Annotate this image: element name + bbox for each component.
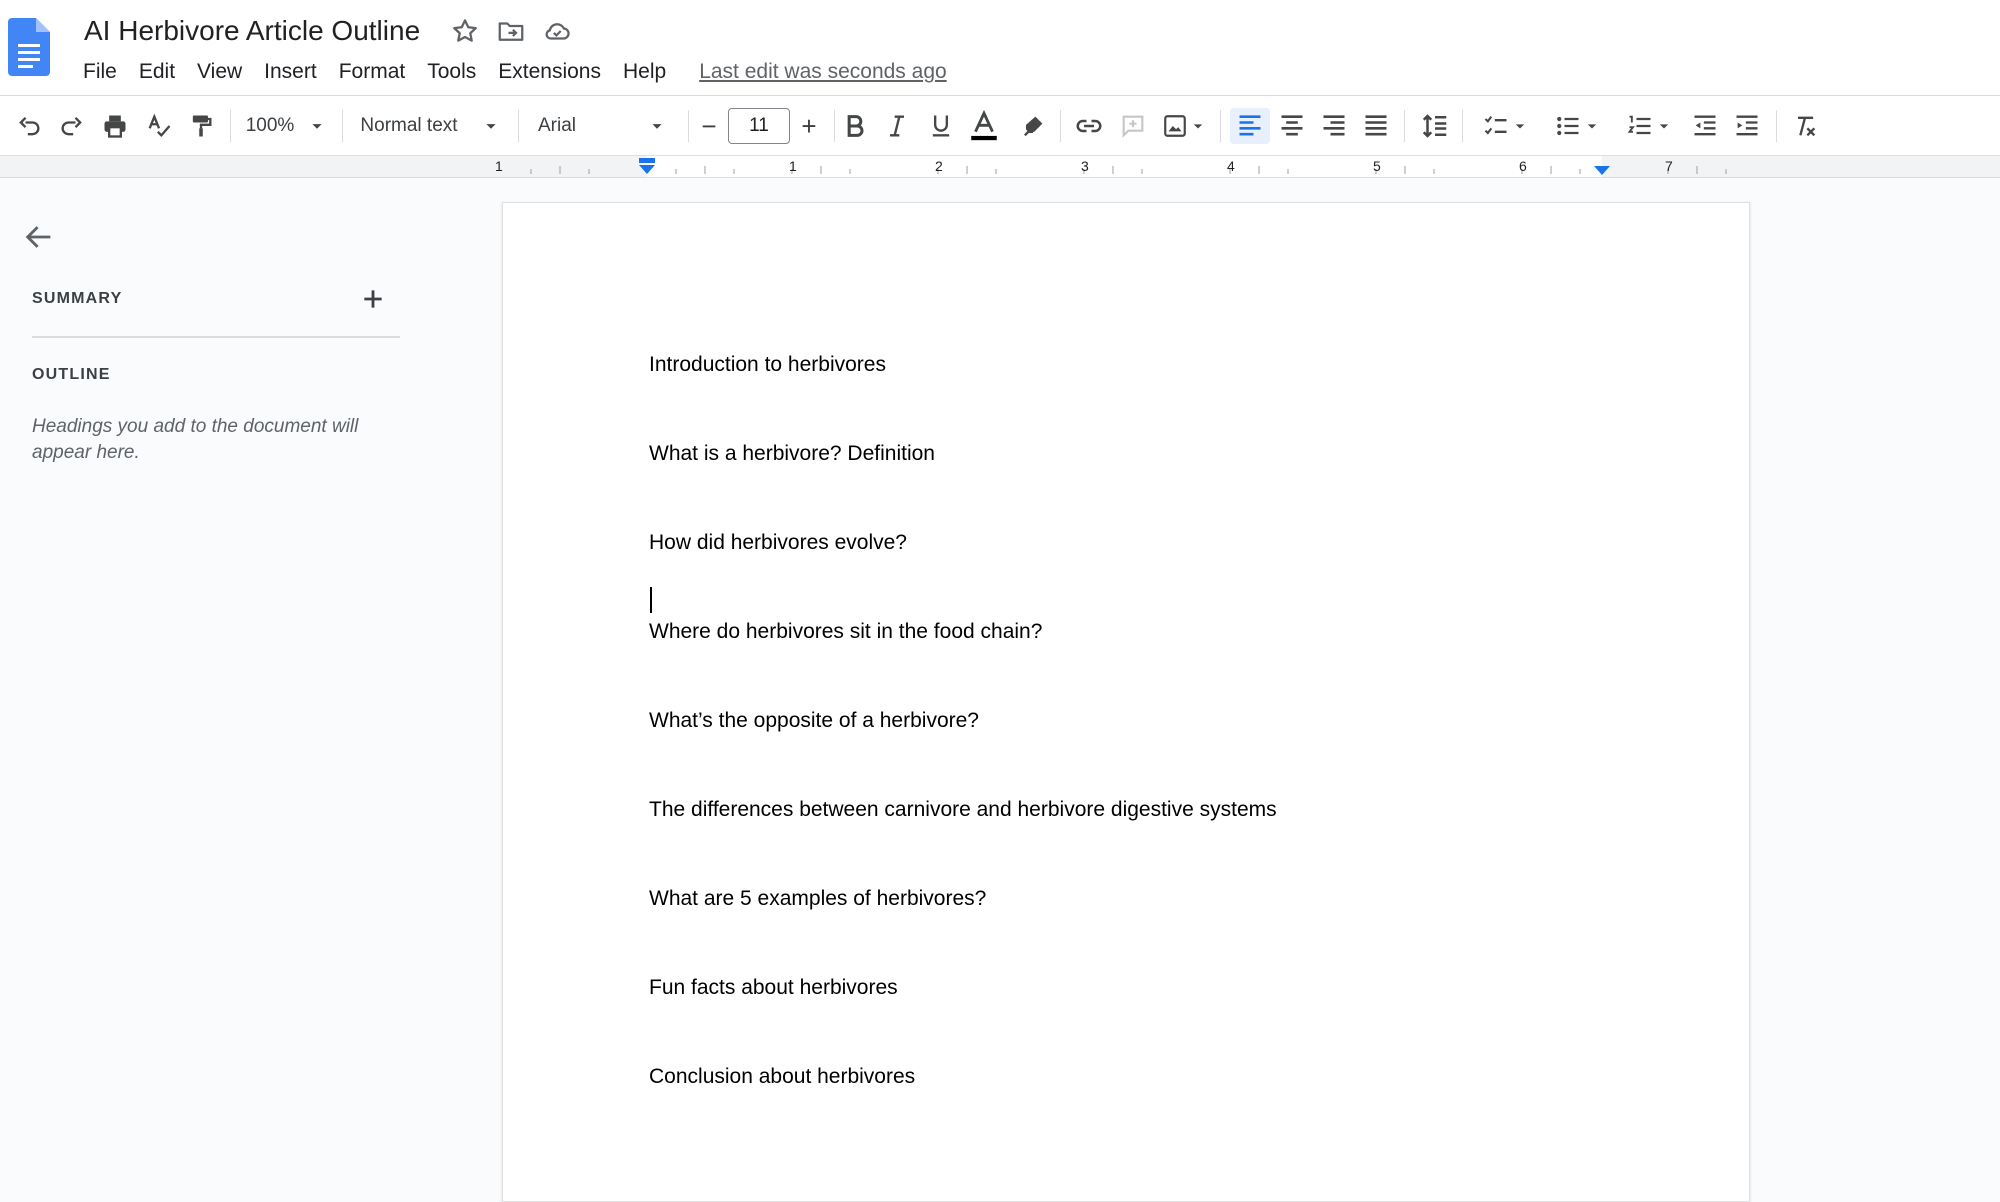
document-title[interactable]: AI Herbivore Article Outline bbox=[84, 12, 420, 50]
back-arrow-icon[interactable] bbox=[22, 220, 56, 254]
zoom-value: 100% bbox=[245, 115, 295, 136]
toolbar-divider bbox=[342, 110, 343, 142]
document-paragraph[interactable]: What is a herbivore? Definition bbox=[649, 441, 935, 467]
insert-image-icon[interactable] bbox=[1160, 108, 1210, 144]
spellcheck-icon[interactable] bbox=[142, 108, 176, 144]
checklist-icon[interactable] bbox=[1476, 108, 1536, 144]
decrease-font-size-button[interactable]: − bbox=[692, 108, 726, 144]
document-paragraph[interactable]: Fun facts about herbivores bbox=[649, 975, 898, 1001]
ruler-label: 1 bbox=[495, 158, 503, 174]
star-icon[interactable] bbox=[450, 16, 480, 46]
clear-formatting-icon[interactable] bbox=[1788, 108, 1822, 144]
align-left-icon[interactable] bbox=[1230, 108, 1270, 144]
toolbar-divider bbox=[1776, 110, 1777, 142]
chevron-down-icon bbox=[312, 124, 322, 129]
italic-icon[interactable] bbox=[880, 108, 914, 144]
insert-link-icon[interactable] bbox=[1072, 108, 1106, 144]
left-indent-marker-icon[interactable] bbox=[637, 157, 657, 177]
document-page[interactable]: Introduction to herbivores What is a her… bbox=[502, 202, 1750, 1202]
font-size-input[interactable]: 11 bbox=[728, 108, 790, 144]
menu-file[interactable]: File bbox=[72, 58, 128, 86]
toolbar-divider bbox=[230, 110, 231, 142]
chevron-down-icon bbox=[485, 124, 496, 129]
decrease-indent-icon[interactable] bbox=[1688, 108, 1722, 144]
toolbar: 100% Normal text Arial − 11 + bbox=[0, 96, 2000, 156]
highlight-color-icon[interactable] bbox=[1016, 108, 1050, 144]
toolbar-divider bbox=[518, 110, 519, 142]
add-comment-icon[interactable] bbox=[1116, 108, 1150, 144]
menu-edit[interactable]: Edit bbox=[128, 58, 186, 86]
increase-font-size-button[interactable]: + bbox=[792, 108, 826, 144]
outline-heading: OUTLINE bbox=[32, 366, 111, 383]
toolbar-divider bbox=[1462, 110, 1463, 142]
ruler[interactable]: 1 1 2 3 4 5 6 7 bbox=[0, 156, 2000, 178]
header: AI Herbivore Article Outline File Edit V… bbox=[0, 0, 2000, 96]
ruler-label: 7 bbox=[1665, 158, 1673, 174]
ruler-ticks bbox=[530, 166, 1727, 174]
ruler-label: 6 bbox=[1519, 158, 1527, 174]
right-indent-marker-icon[interactable] bbox=[1592, 162, 1612, 182]
ruler-label: 1 bbox=[789, 158, 797, 174]
ruler-label: 2 bbox=[935, 158, 943, 174]
ruler-label: 3 bbox=[1081, 158, 1089, 174]
text-cursor bbox=[650, 587, 652, 613]
align-center-icon[interactable] bbox=[1274, 108, 1310, 144]
summary-heading: SUMMARY bbox=[32, 290, 123, 307]
toolbar-divider bbox=[1060, 110, 1061, 142]
menu-extensions[interactable]: Extensions bbox=[487, 58, 612, 86]
chevron-down-icon bbox=[1587, 124, 1597, 129]
chevron-down-icon bbox=[652, 124, 662, 129]
line-spacing-icon[interactable] bbox=[1418, 108, 1452, 144]
toolbar-divider bbox=[1404, 110, 1405, 142]
chevron-down-icon bbox=[1515, 124, 1525, 129]
document-paragraph[interactable]: What’s the opposite of a herbivore? bbox=[649, 708, 979, 734]
font-family-select[interactable]: Arial bbox=[538, 108, 682, 144]
menu-format[interactable]: Format bbox=[328, 58, 417, 86]
font-family-value: Arial bbox=[538, 115, 577, 136]
docs-logo-icon[interactable] bbox=[8, 18, 50, 76]
toolbar-divider bbox=[1220, 110, 1221, 142]
underline-icon[interactable] bbox=[924, 108, 958, 144]
toolbar-divider bbox=[688, 110, 689, 142]
ruler-label: 4 bbox=[1227, 158, 1235, 174]
chevron-down-icon bbox=[1659, 124, 1669, 129]
document-outline-panel: SUMMARY OUTLINE Headings you add to the … bbox=[0, 178, 430, 1181]
menu-bar: File Edit View Insert Format Tools Exten… bbox=[72, 56, 947, 88]
paragraph-style-select[interactable]: Normal text bbox=[356, 108, 506, 144]
toolbar-divider bbox=[834, 110, 835, 142]
numbered-list-icon[interactable] bbox=[1620, 108, 1680, 144]
menu-insert[interactable]: Insert bbox=[253, 58, 328, 86]
menu-help[interactable]: Help bbox=[612, 58, 677, 86]
outline-empty-hint: Headings you add to the document will ap… bbox=[32, 416, 359, 463]
zoom-select[interactable]: 100% bbox=[240, 108, 334, 144]
paint-format-icon[interactable] bbox=[184, 108, 218, 144]
increase-indent-icon[interactable] bbox=[1730, 108, 1764, 144]
align-right-icon[interactable] bbox=[1316, 108, 1352, 144]
menu-tools[interactable]: Tools bbox=[416, 58, 487, 86]
undo-icon[interactable] bbox=[12, 108, 46, 144]
bold-icon[interactable] bbox=[838, 108, 872, 144]
document-paragraph[interactable]: Introduction to herbivores bbox=[649, 352, 886, 378]
paragraph-style-value: Normal text bbox=[360, 115, 458, 136]
ruler-label: 5 bbox=[1373, 158, 1381, 174]
document-paragraph[interactable]: How did herbivores evolve? bbox=[649, 530, 907, 556]
add-summary-icon[interactable] bbox=[360, 286, 386, 312]
document-paragraph[interactable]: What are 5 examples of herbivores? bbox=[649, 886, 986, 912]
print-icon[interactable] bbox=[98, 108, 132, 144]
document-paragraph[interactable]: Where do herbivores sit in the food chai… bbox=[649, 619, 1042, 645]
menu-view[interactable]: View bbox=[186, 58, 253, 86]
cloud-saved-icon[interactable] bbox=[542, 16, 572, 46]
sidebar-divider bbox=[32, 336, 400, 338]
document-paragraph[interactable]: The differences between carnivore and he… bbox=[649, 797, 1277, 823]
last-edit-link[interactable]: Last edit was seconds ago bbox=[699, 60, 947, 84]
bulleted-list-icon[interactable] bbox=[1548, 108, 1608, 144]
redo-icon[interactable] bbox=[55, 108, 89, 144]
ruler-page-area: 1 1 2 3 4 5 6 7 bbox=[495, 156, 1750, 177]
chevron-down-icon bbox=[1193, 124, 1203, 129]
document-paragraph[interactable]: Conclusion about herbivores bbox=[649, 1064, 915, 1090]
align-justify-icon[interactable] bbox=[1358, 108, 1394, 144]
move-folder-icon[interactable] bbox=[496, 16, 526, 46]
text-color-icon[interactable] bbox=[966, 108, 1002, 144]
